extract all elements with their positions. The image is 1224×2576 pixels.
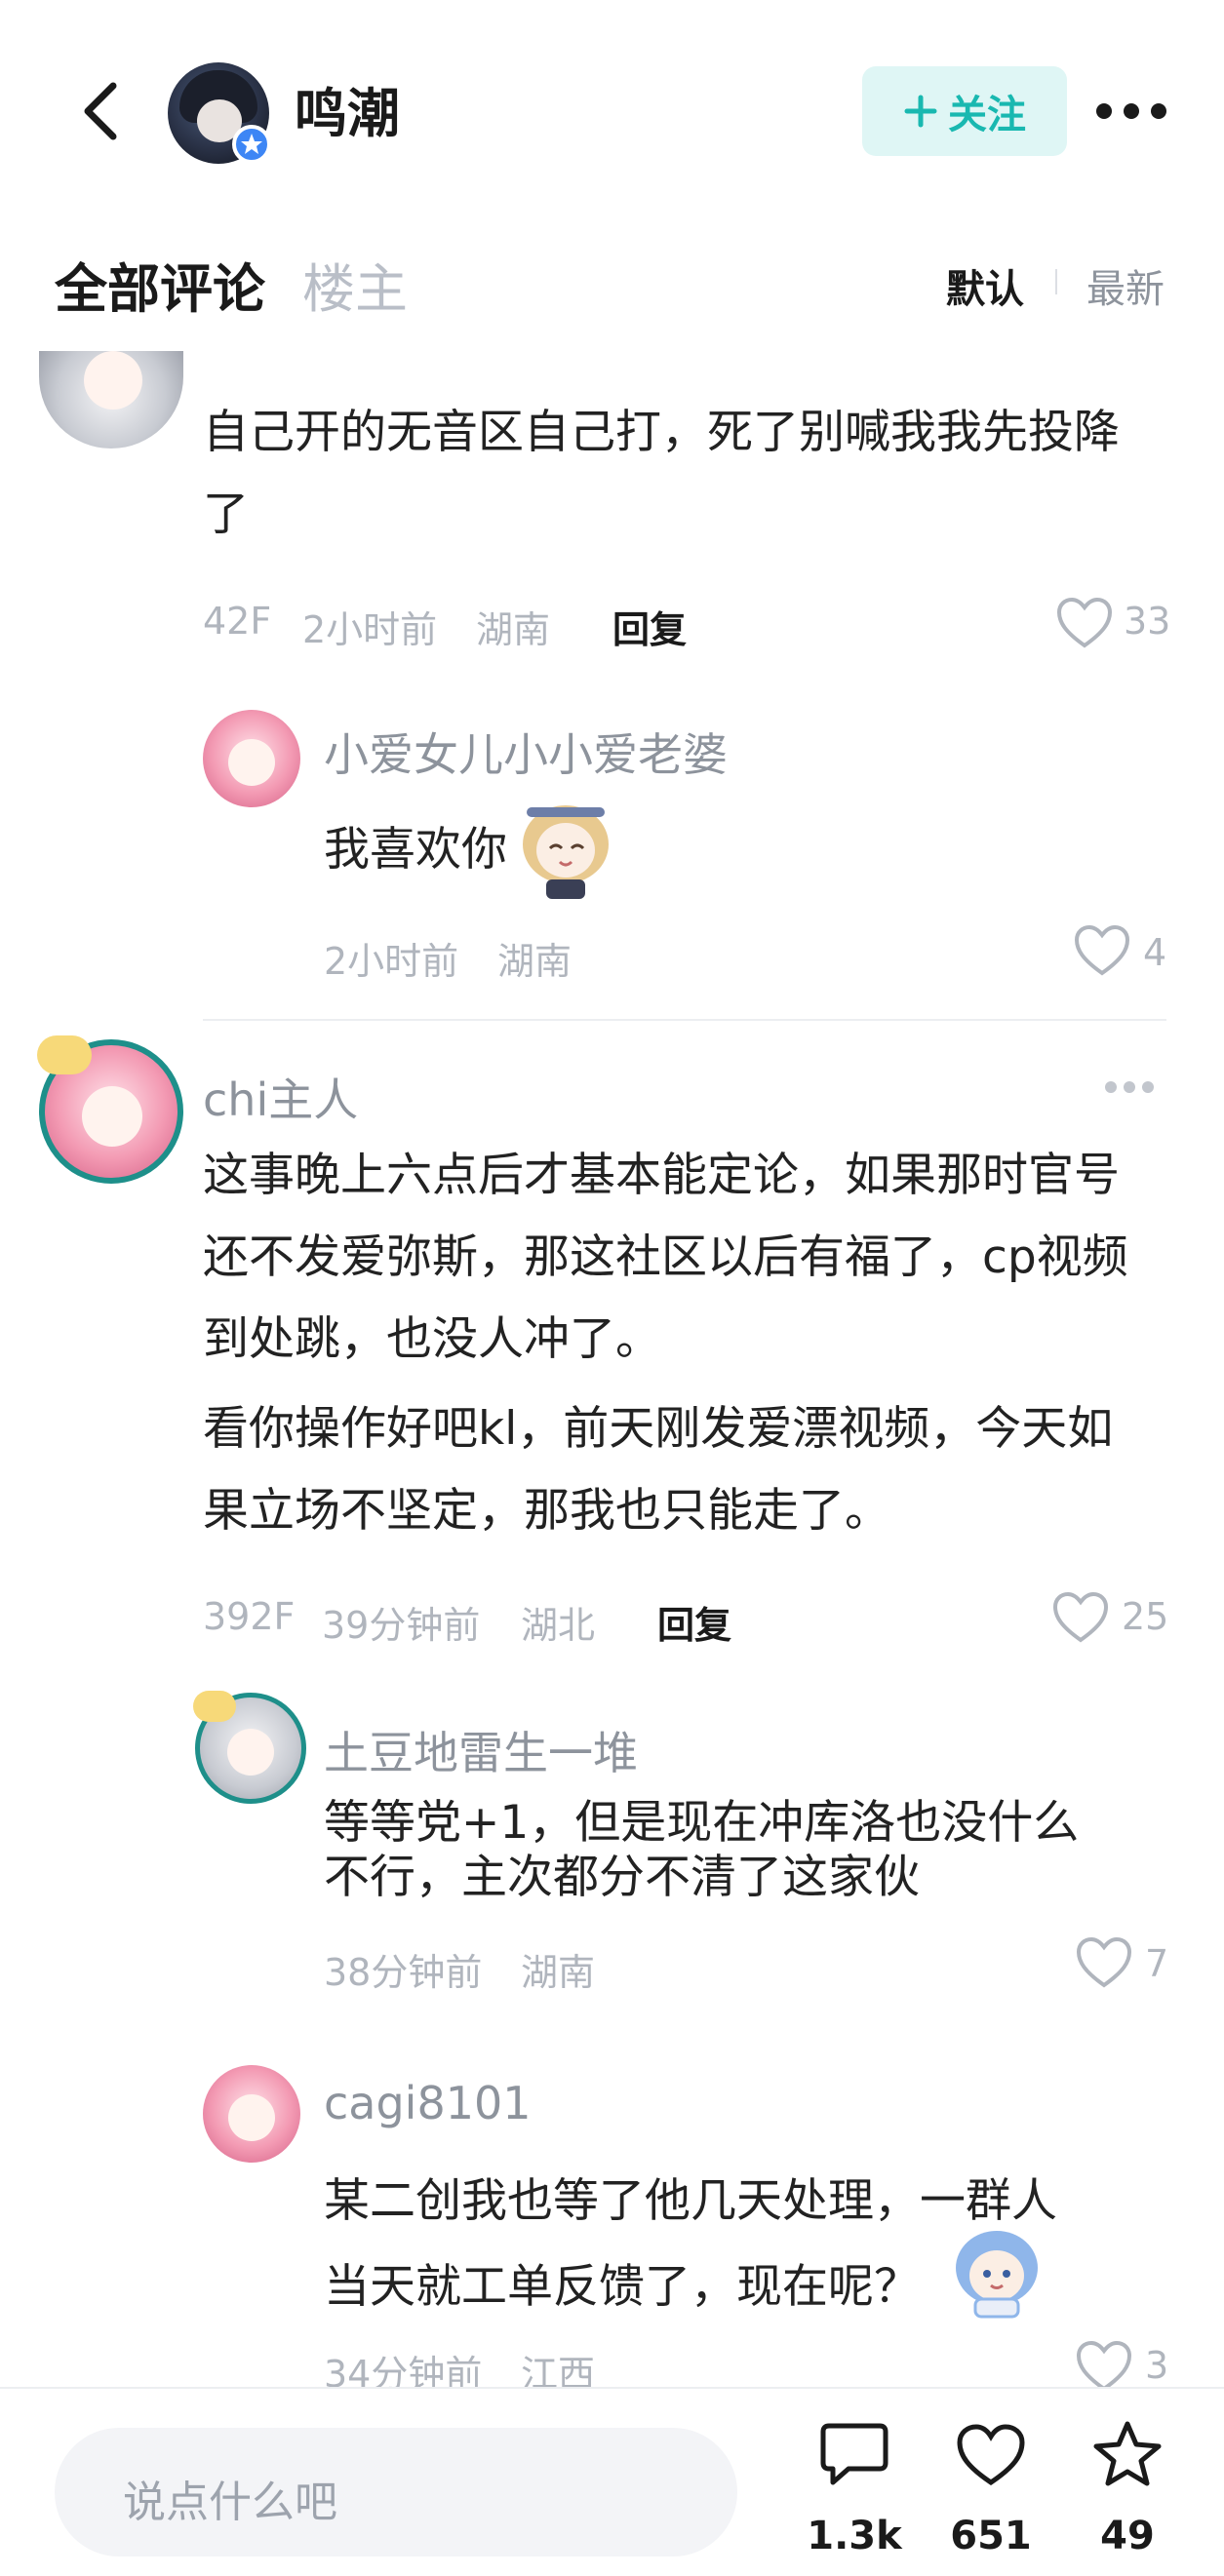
comment-more-button[interactable] (1104, 1080, 1155, 1094)
heart-icon (1074, 924, 1130, 976)
comment-divider (203, 1019, 1166, 1021)
comment-text: 自己开的无音区自己打，死了别喊我我先投降 了 (203, 406, 1120, 541)
favorites-count: 49 (1100, 2514, 1155, 2558)
reply-username[interactable]: cagi8101 (324, 2077, 532, 2129)
like-button[interactable] (1075, 1936, 1133, 1989)
tab-all-comments[interactable]: 全部评论 (55, 246, 265, 323)
plus-icon (904, 95, 937, 128)
like-count: 33 (1124, 600, 1171, 643)
tab-original-poster[interactable]: 楼主 (302, 246, 408, 323)
star-badge-icon (232, 125, 271, 164)
like-button[interactable] (1073, 924, 1131, 977)
reply-time: 38分钟前 (324, 1951, 483, 1994)
heart-icon (1076, 1936, 1132, 1988)
avatar[interactable] (39, 351, 183, 449)
likes-count: 651 (950, 2514, 1032, 2558)
comment-time: 2小时前 (302, 608, 438, 651)
follow-button[interactable]: 关注 (862, 66, 1067, 156)
like-count: 4 (1143, 931, 1167, 974)
reply-username[interactable]: 小爱女儿小小爱老婆 (324, 720, 728, 784)
like-count: 3 (1145, 2344, 1169, 2387)
sort-divider (1055, 269, 1057, 294)
like-post-button[interactable] (956, 2424, 1026, 2486)
comments-count: 1.3k (807, 2514, 902, 2558)
heart-icon (1076, 2340, 1132, 2387)
like-button[interactable] (1051, 1591, 1110, 1644)
bottom-bar-divider (0, 2387, 1224, 2389)
reply-location: 湖南 (497, 940, 573, 983)
sort-default[interactable]: 默认 (946, 257, 1024, 314)
favorite-button[interactable] (1092, 2420, 1163, 2488)
comments-button[interactable] (819, 2420, 889, 2488)
heart-icon (1052, 1591, 1109, 1643)
level-badge (193, 1691, 236, 1722)
heart-icon (957, 2424, 1025, 2486)
chat-bubble-icon (820, 2423, 888, 2485)
reply-button[interactable]: 回复 (612, 600, 687, 653)
reply-text: 等等党+1，但是现在冲库洛也没什么 不行，主次都分不清了这家伙 (324, 1796, 1080, 1904)
reply-text: 我喜欢你 (324, 823, 507, 877)
comment-text: 这事晚上六点后才基本能定论，如果那时官号 还不发爱弥斯，那这社区以后有福了，cp… (203, 1149, 1128, 1366)
reply-time: 2小时前 (324, 940, 459, 983)
more-options-button[interactable] (1094, 101, 1168, 121)
like-count: 25 (1122, 1595, 1169, 1638)
reply-button[interactable]: 回复 (657, 1595, 731, 1649)
channel-name: 鸣潮 (295, 83, 400, 144)
comment-username[interactable]: chi主人 (203, 1065, 358, 1129)
emoji-sticker (515, 798, 616, 901)
reply-username[interactable]: 土豆地雷生一堆 (324, 1718, 638, 1782)
comment-location: 湖北 (521, 1604, 596, 1647)
comment-input-placeholder: 说点什么吧 (123, 2478, 337, 2527)
emoji-sticker (946, 2225, 1047, 2319)
heart-icon (1056, 597, 1113, 648)
more-dots-icon (1105, 1081, 1154, 1093)
more-dots-icon (1096, 103, 1166, 119)
reply-location: 湖南 (521, 1951, 596, 1994)
chevron-left-icon (84, 82, 117, 140)
avatar[interactable] (203, 710, 300, 807)
sort-newest[interactable]: 最新 (1086, 257, 1165, 314)
comment-location: 湖南 (476, 608, 551, 651)
comment-floor: 392F (203, 1595, 296, 1638)
like-button[interactable] (1055, 597, 1114, 649)
follow-label: 关注 (948, 93, 1026, 137)
star-icon (1093, 2421, 1162, 2486)
comment-text: 看你操作好吧kl，前天刚发爱漂视频，今天如 果立场不坚定，那我也只能走了。 (203, 1402, 1114, 1538)
like-button[interactable] (1075, 2340, 1133, 2387)
avatar[interactable] (203, 2065, 300, 2163)
back-button[interactable] (76, 80, 125, 142)
comment-floor: 42F (203, 600, 272, 643)
like-count: 7 (1145, 1942, 1169, 1985)
level-badge (37, 1035, 92, 1074)
comment-time: 39分钟前 (322, 1604, 481, 1647)
